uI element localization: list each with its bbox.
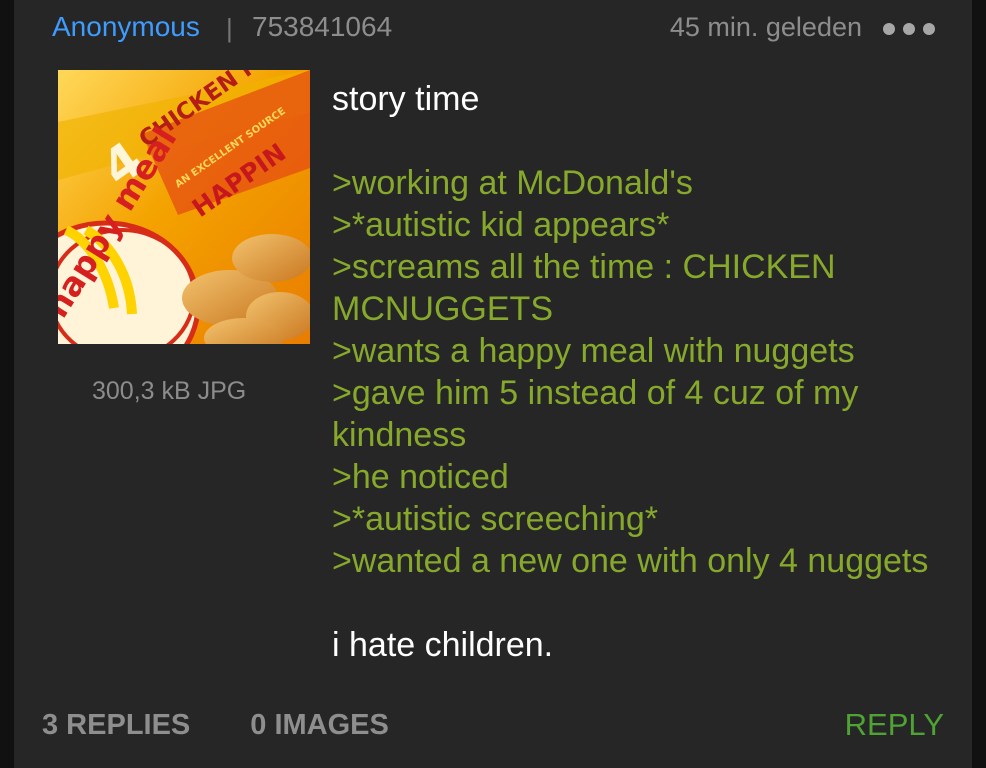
thread-stats: 3 REPLIES 0 IMAGES — [42, 708, 389, 742]
greentext-line: >gave him 5 instead of 4 cuz of my — [332, 374, 859, 412]
post-image[interactable]: 4 CHICKEN McNUGGETS AN EXCELLENT SOURCE … — [58, 70, 310, 344]
happy-meal-image: 4 CHICKEN McNUGGETS AN EXCELLENT SOURCE … — [58, 70, 310, 344]
more-options-button[interactable] — [883, 19, 935, 39]
author-name[interactable]: Anonymous — [52, 10, 200, 44]
post-id[interactable]: 753841064 — [252, 10, 392, 44]
greentext-line: >*autistic kid appears* — [332, 206, 670, 244]
replies-count: 3 REPLIES — [42, 709, 191, 741]
post-line: i hate children. — [332, 626, 554, 664]
greentext-line: MCNUGGETS — [332, 290, 553, 328]
greentext-line: kindness — [332, 416, 467, 454]
header-separator: | — [226, 13, 233, 43]
more-horizontal-icon — [883, 23, 895, 35]
left-frame — [0, 0, 14, 768]
greentext-line: >he noticed — [332, 458, 509, 496]
right-frame — [972, 0, 986, 768]
more-horizontal-icon — [903, 23, 915, 35]
greentext-line: >wanted a new one with only 4 nuggets — [332, 542, 929, 580]
post-card: Anonymous | 753841064 45 min. geleden 4 … — [14, 0, 972, 768]
post-time: 45 min. geleden — [669, 12, 862, 42]
reply-button[interactable]: REPLY — [845, 708, 944, 742]
more-horizontal-icon — [923, 23, 935, 35]
post-line: story time — [332, 80, 480, 118]
greentext-line: >wants a happy meal with nuggets — [332, 332, 855, 370]
greentext-line: >*autistic screeching* — [332, 500, 659, 538]
post-gap — [332, 582, 962, 624]
images-count: 0 IMAGES — [250, 709, 389, 741]
greentext-line: >screams all the time : CHICKEN — [332, 248, 836, 286]
file-metadata: 300,3 kB JPG — [92, 377, 247, 405]
post-gap — [332, 120, 962, 162]
greentext-line: >working at McDonald's — [332, 164, 693, 202]
post-body: story time >working at McDonald's >*auti… — [332, 78, 962, 666]
